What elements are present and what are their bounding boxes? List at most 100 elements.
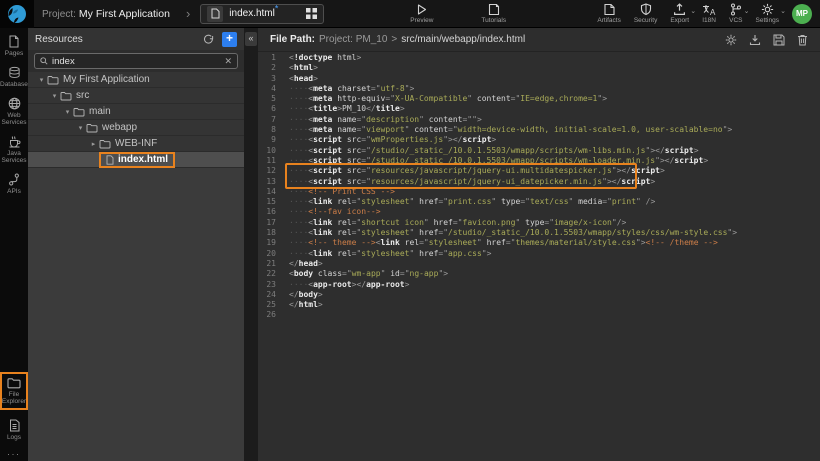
search-input[interactable]	[52, 56, 220, 67]
file-path-bar: File Path: Project: PM_10 > src/main/web…	[258, 28, 820, 52]
vcs-button[interactable]: ⌄VCS	[729, 3, 742, 24]
avatar[interactable]: MP	[792, 4, 812, 24]
chevron-down-icon: ⌄	[690, 7, 696, 15]
collapse-arrow-icon[interactable]: ▾	[36, 76, 47, 84]
tutorials-button[interactable]: Tutorials	[481, 3, 506, 24]
collapse-panel-icon[interactable]: «	[245, 32, 257, 46]
download-file-icon[interactable]	[749, 34, 761, 46]
sidebar-item-file-explorer[interactable]: File Explorer	[0, 372, 28, 410]
settings-gear-icon[interactable]	[725, 34, 737, 46]
project-name[interactable]: My First Application	[79, 8, 170, 20]
code-line: ····<meta name="description" content="">	[289, 115, 820, 125]
code-line: ····<script src="resources/javascript/jq…	[289, 166, 820, 176]
add-resource-button[interactable]: +	[222, 32, 237, 47]
clear-search-icon[interactable]: ✕	[224, 56, 232, 67]
save-file-icon[interactable]	[773, 34, 785, 46]
topbar-right-tools: ArtifactsSecurity⌄ExportAI18N⌄VCS⌄Settin…	[597, 3, 820, 24]
line-number: 26	[258, 310, 276, 320]
line-number: 14	[258, 187, 276, 197]
tree-row-my-first-application[interactable]: ▾My First Application	[28, 72, 244, 88]
editor-toolbar	[725, 34, 808, 46]
grid-icon[interactable]	[306, 8, 317, 19]
artifacts-button[interactable]: Artifacts	[597, 3, 620, 24]
search-row: ✕	[28, 50, 244, 72]
app-logo[interactable]	[0, 0, 34, 28]
collapse-arrow-icon[interactable]: ▾	[75, 124, 86, 132]
sidebar-item-databases[interactable]: Databases	[0, 66, 28, 88]
resources-header: Resources +	[28, 28, 244, 50]
file-tree: ▾My First Application▾src▾main▾webapp▸WE…	[28, 72, 244, 168]
sidebar-item-databases-label: Databases	[0, 81, 28, 88]
refresh-icon[interactable]	[203, 34, 214, 45]
preview-button[interactable]: Preview	[410, 3, 433, 24]
folder-icon	[99, 139, 111, 149]
line-number: 13	[258, 177, 276, 187]
code-line: ····<link rel="shortcut icon" href="favi…	[289, 218, 820, 228]
file-path-value: src/main/webapp/index.html	[401, 34, 525, 45]
file-path-separator: >	[391, 34, 397, 45]
gear-icon	[761, 3, 774, 16]
tree-row-src[interactable]: ▾ src	[28, 88, 244, 104]
tree-label: src	[76, 90, 89, 101]
collapse-arrow-icon[interactable]: ▾	[49, 92, 60, 100]
export-button-label: Export	[670, 17, 689, 24]
left-sidebar: Pages Databases Web Services Java Services A…	[0, 28, 28, 461]
line-number: 17	[258, 218, 276, 228]
file-icon	[106, 155, 114, 165]
vcs-icon	[730, 3, 742, 16]
code-editor[interactable]: 1234567891011121314151617181920212223242…	[258, 52, 820, 461]
tab-label: index.html*	[229, 8, 278, 19]
sidebar-item-apis[interactable]: APIs	[0, 173, 28, 195]
code-line: ····<meta http-equiv="X-UA-Compatible" c…	[289, 94, 820, 104]
expand-arrow-icon[interactable]: ▸	[88, 140, 99, 148]
main-area: Pages Databases Web Services Java Services A…	[0, 28, 820, 461]
tree-row-webapp[interactable]: ▾webapp	[28, 120, 244, 136]
breadcrumb: Project: My First Application	[42, 8, 170, 20]
chevron-down-icon: ⌄	[780, 7, 786, 15]
book-icon	[488, 3, 500, 16]
annotation-highlight-box: index.html	[99, 152, 175, 168]
tree-row-main[interactable]: ▾ main	[28, 104, 244, 120]
i18n-button-label: I18N	[702, 17, 716, 24]
code-line: </body>	[289, 290, 820, 300]
tree-row-index-html[interactable]: index.html	[28, 152, 244, 168]
code-line: ····<link rel="stylesheet" href="print.c…	[289, 197, 820, 207]
sidebar-item-logs[interactable]: Logs	[0, 419, 28, 441]
line-number: 12	[258, 166, 276, 176]
security-button[interactable]: Security	[634, 3, 657, 24]
sidebar-overflow-button[interactable]: ...	[7, 450, 21, 457]
tab-index-html[interactable]: index.html*	[200, 4, 324, 24]
file-path-label: File Path:	[270, 34, 315, 45]
line-number: 23	[258, 280, 276, 290]
line-number: 24	[258, 290, 276, 300]
db-icon	[8, 66, 21, 79]
line-number: 19	[258, 238, 276, 248]
tree-row-web-inf[interactable]: ▸WEB-INF	[28, 136, 244, 152]
settings-button[interactable]: ⌄Settings	[756, 3, 780, 24]
line-number: 2	[258, 63, 276, 73]
code-content[interactable]: <!doctype html><html><head>····<meta cha…	[282, 52, 820, 461]
code-line: </head>	[289, 259, 820, 269]
code-line	[289, 310, 820, 320]
sidebar-item-pages[interactable]: Pages	[0, 35, 28, 57]
sidebar-item-web-services[interactable]: Web Services	[0, 97, 28, 126]
collapse-arrow-icon[interactable]: ▾	[62, 108, 73, 116]
sidebar-item-logs-label: Logs	[0, 434, 28, 441]
tree-label: main	[89, 106, 111, 117]
wavemaker-logo-icon	[7, 4, 27, 24]
code-line: ····<script src="resources/javascript/jq…	[289, 177, 820, 187]
artifacts-icon	[603, 3, 616, 16]
export-icon	[673, 3, 686, 16]
delete-file-icon[interactable]	[797, 34, 808, 46]
i18n-button[interactable]: AI18N	[702, 4, 716, 24]
line-number: 9	[258, 135, 276, 145]
export-button[interactable]: ⌄Export	[670, 3, 689, 24]
line-number: 7	[258, 115, 276, 125]
folder-icon	[73, 107, 85, 117]
shield-icon	[640, 3, 652, 16]
i18n-icon: A	[702, 4, 716, 16]
code-line: <head>	[289, 74, 820, 84]
sidebar-item-java-services[interactable]: Java Services	[0, 135, 28, 164]
pages-icon	[8, 35, 20, 48]
search-box[interactable]: ✕	[34, 53, 238, 69]
